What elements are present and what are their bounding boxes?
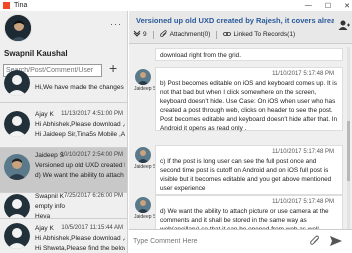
comments-icon [133,30,141,40]
avatar [135,197,151,213]
link-icon [223,30,232,40]
message-bubble: 11/10/2017 5:17:48 PM b) Post becomes ed… [155,67,343,132]
message-thread: download right from the grid. Jaideep S … [129,45,352,236]
list-item[interactable]: Ajay K 10/5/2017 11:15:44 AM Hi Abhishek… [0,219,127,253]
profile-name: Swapnil Kaushal [4,49,68,58]
message-preview: Hi,We have made the changes as [35,84,125,91]
message-sender: Jaideep S [134,214,157,220]
message-text: download right from the grid. [160,52,241,59]
conversation-name: Swapnil K [35,193,64,200]
message-sender: Jaideep S [134,164,157,170]
avatar [4,223,30,249]
divider [216,30,218,39]
list-item[interactable]: Hi,We have made the changes as [0,70,127,98]
message-date: 11/10/2017 5:17:48 PM [272,71,334,77]
message-date: 11/10/2017 5:17:48 PM [272,199,334,205]
attachments-link[interactable]: Attachment(0) [159,29,211,40]
scrollbar-thumb[interactable] [347,121,350,181]
linked-records-label: Linked To Records(1) [233,31,296,38]
sidebar: ··· Swapnil Kaushal + Hi,We have made th… [0,11,128,253]
maximize-button[interactable]: ☐ [325,2,331,10]
message-text: b) Post becomes editable on iOS and keyb… [160,80,338,132]
message-bubble: 11/10/2017 5:17:48 PM c) If the post is … [155,145,343,195]
send-icon[interactable] [329,234,343,250]
conversation-date: 10/10/2017 2:54:00 PM [60,152,123,158]
avatar [4,70,30,96]
conversation-date: 11/13/2017 4:51:00 PM [61,111,123,117]
message-date: 11/10/2017 5:17:48 PM [272,149,334,155]
message-preview: Versioned up old UXD created by [35,162,125,169]
comments-count-label: 9 [143,31,147,38]
app-logo-icon [3,2,10,9]
message-preview: empty info [35,203,65,210]
attach-icon[interactable] [309,235,321,249]
avatar [135,147,151,163]
close-button[interactable]: ✕ [344,2,350,10]
conversation-list: Hi,We have made the changes as Ajay K 11… [0,70,127,253]
page-title: Versioned up old UXD created by Rajesh, … [136,16,334,25]
minimize-button[interactable]: — [305,2,312,9]
avatar [4,194,30,220]
comment-composer [129,229,352,253]
message-preview: Hi Abhishek,Please download ,ap [35,235,125,242]
add-user-icon[interactable] [338,19,350,31]
add-post-button[interactable]: + [109,61,117,75]
conversation-name: Ajay K [35,225,54,232]
message-sender: Jaideep S [134,86,157,92]
conversation-name: Jaideep S [35,152,64,159]
comment-input[interactable] [133,235,303,247]
message-preview: d) We want the ability to attach p [35,172,125,179]
divider [152,30,154,39]
window-title: Tina [14,2,28,9]
avatar [135,69,151,85]
profile-avatar[interactable] [4,14,32,42]
more-options-icon[interactable]: ··· [110,19,122,29]
message-preview: Hi Abhishek,Please download ,ap [35,121,125,128]
linked-records-link[interactable]: Linked To Records(1) [223,30,295,40]
conversation-date: 10/5/2017 11:15:44 AM [61,225,123,231]
paperclip-icon [159,29,168,40]
list-item[interactable]: Jaideep S 10/10/2017 2:54:00 PM Versione… [0,148,127,192]
list-item[interactable]: Swapnil K 7/25/2017 6:26:00 PM empty inf… [0,193,127,221]
avatar [4,154,30,180]
attachments-label: Attachment(0) [169,31,211,38]
conversation-panel: Versioned up old UXD created by Rajesh, … [129,11,352,253]
title-bar: Tina — ☐ ✕ [0,0,352,11]
avatar [4,111,30,137]
meta-row: 9 Attachment(0) Linked To Records(1) [133,29,295,40]
conversation-name: Ajay K [35,111,54,118]
message-preview: Hi Shweta,Please find the below [35,245,125,252]
list-item[interactable]: Ajay K 11/13/2017 4:51:00 PM Hi Abhishek… [0,103,127,147]
message-bubble: download right from the grid. [155,48,343,61]
conversation-date: 7/25/2017 6:26:00 PM [63,193,123,199]
comments-count[interactable]: 9 [133,30,147,40]
message-preview: Hi Jaideep Sir,Tina5s Mobile ,APK [35,131,125,138]
message-text: c) If the post is long user can see the … [160,158,332,192]
conversation-header: Versioned up old UXD created by Rajesh, … [129,11,352,44]
